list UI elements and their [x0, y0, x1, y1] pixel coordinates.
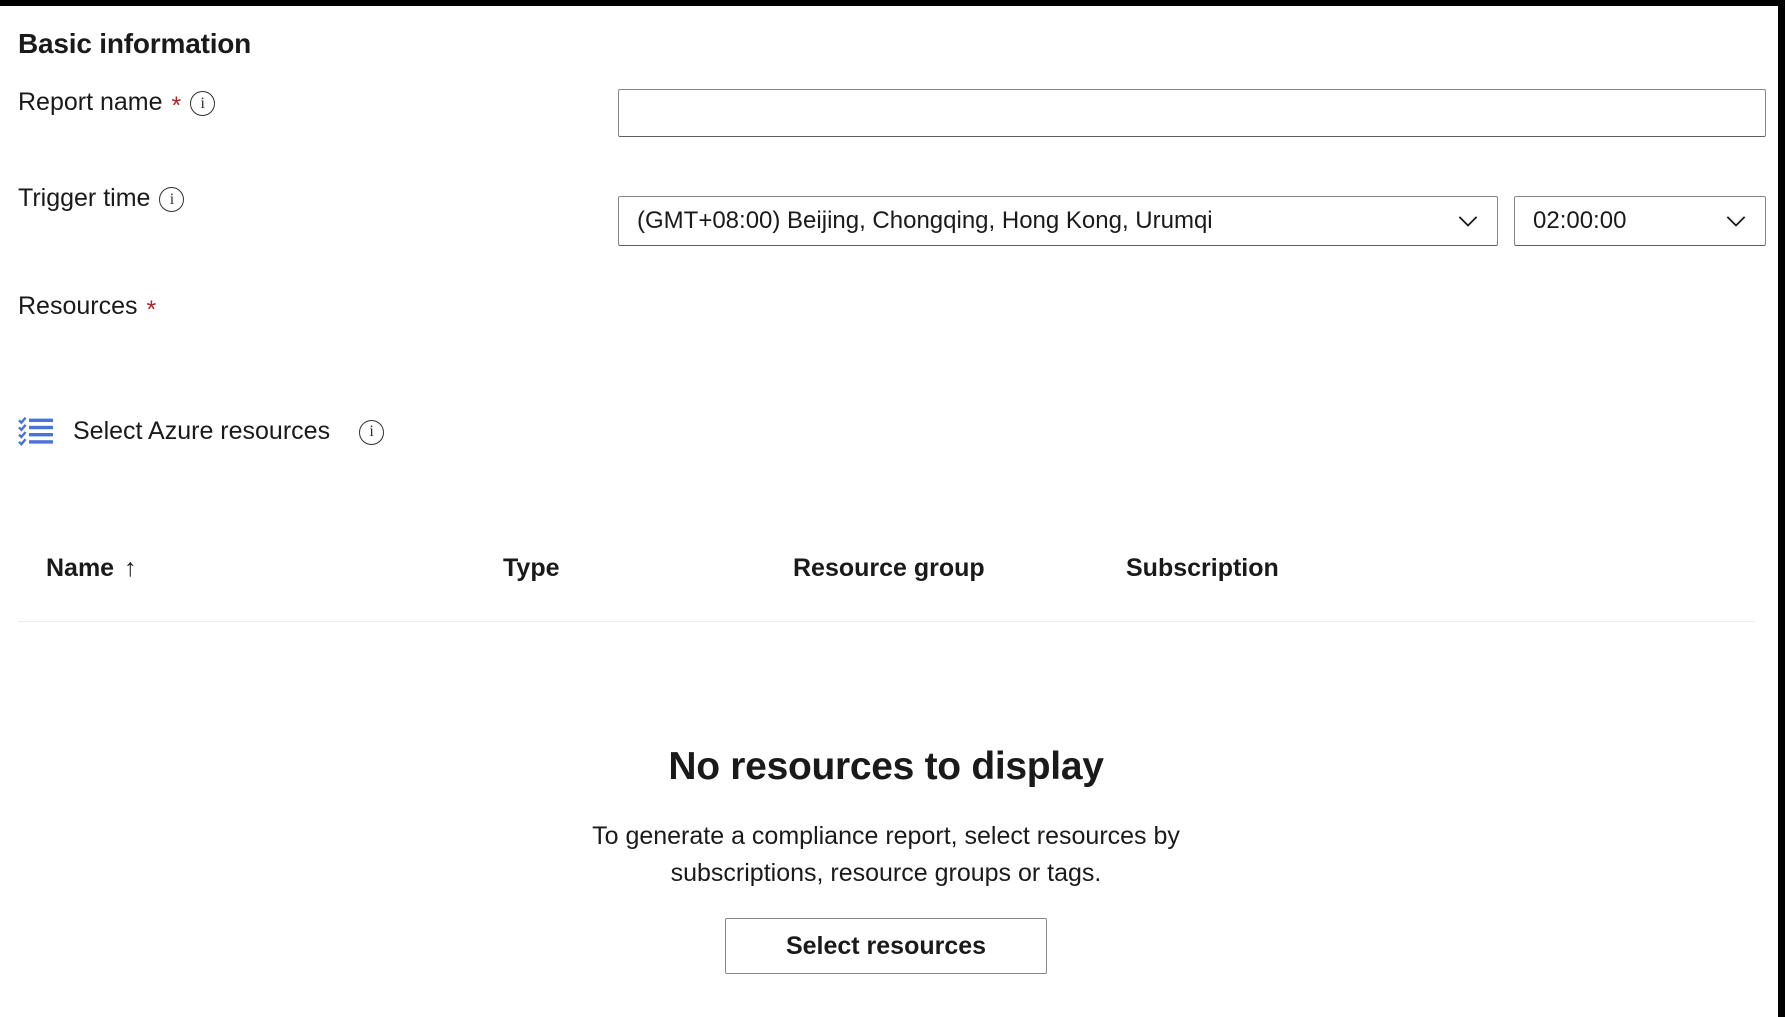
required-asterisk: * [146, 296, 157, 324]
table-header-divider [18, 621, 1755, 622]
checklist-icon [18, 416, 54, 446]
chevron-down-icon [1723, 208, 1749, 234]
column-header-resource-group-label: Resource group [793, 554, 985, 582]
column-header-type-label: Type [503, 554, 560, 582]
sort-ascending-icon: ↑ [124, 554, 137, 582]
column-header-type[interactable]: Type [503, 554, 560, 583]
time-dropdown[interactable]: 02:00:00 [1514, 196, 1766, 246]
column-header-name-label: Name [46, 554, 115, 582]
empty-state-description: To generate a compliance report, select … [592, 821, 1180, 887]
time-dropdown-value: 02:00:00 [1533, 207, 1627, 234]
page-title: Basic information [18, 28, 252, 59]
column-header-subscription[interactable]: Subscription [1126, 554, 1279, 583]
select-azure-resources-link[interactable]: Select Azure resources [18, 416, 385, 446]
empty-state-title: No resources to display [668, 745, 1104, 788]
empty-state: No resources to display To generate a co… [0, 745, 1772, 974]
trigger-time-label-text: Trigger time [18, 184, 151, 212]
timezone-dropdown-value: (GMT+08:00) Beijing, Chongqing, Hong Kon… [637, 207, 1213, 234]
report-name-input[interactable] [618, 89, 1766, 137]
info-icon[interactable] [359, 419, 385, 445]
column-header-subscription-label: Subscription [1126, 554, 1279, 582]
resources-label: Resources * [18, 292, 157, 324]
info-icon[interactable] [190, 91, 216, 116]
select-azure-resources-label: Select Azure resources [73, 416, 331, 445]
timezone-dropdown[interactable]: (GMT+08:00) Beijing, Chongqing, Hong Kon… [618, 196, 1498, 246]
select-resources-button[interactable]: Select resources [725, 917, 1047, 974]
column-header-resource-group[interactable]: Resource group [793, 554, 985, 583]
report-name-label: Report name * [18, 88, 216, 120]
trigger-time-label: Trigger time [18, 184, 185, 213]
required-asterisk: * [171, 92, 182, 120]
report-name-label-text: Report name [18, 88, 163, 116]
info-icon[interactable] [159, 187, 185, 212]
form-page: Basic information Report name * Trigger … [0, 0, 1785, 1017]
resources-label-text: Resources [18, 292, 138, 320]
chevron-down-icon [1455, 208, 1481, 234]
column-header-name[interactable]: Name ↑ [46, 554, 137, 583]
resources-table-header: Name ↑ Type Resource group Subscription [0, 554, 1755, 628]
